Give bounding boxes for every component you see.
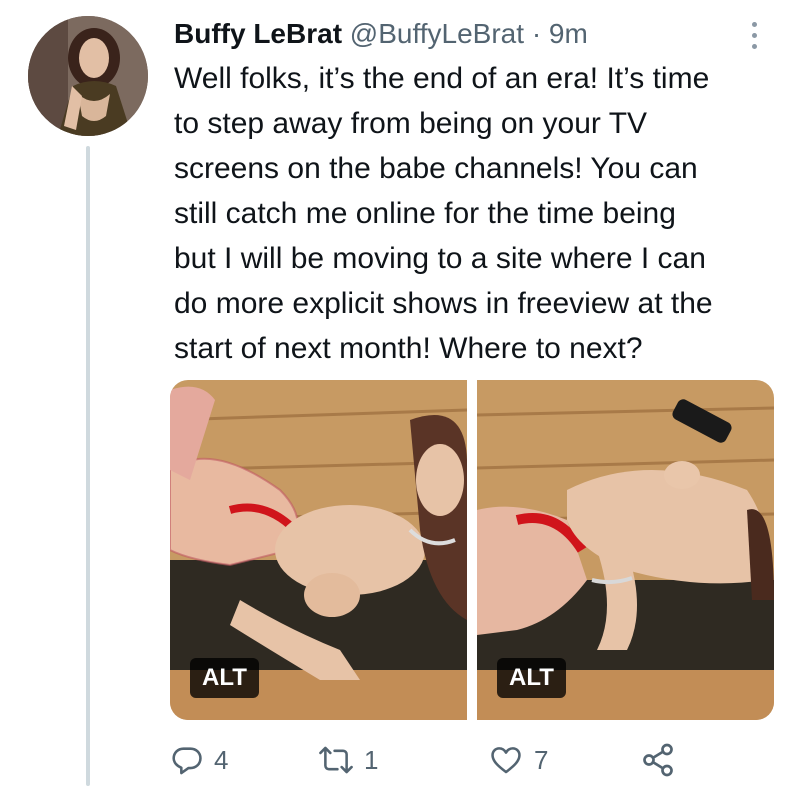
media-image-2[interactable]: ALT: [477, 380, 774, 720]
tweet-text: Well folks, it’s the end of an era! It’s…: [174, 62, 713, 365]
avatar-image: [28, 16, 148, 136]
like-count: 7: [534, 744, 549, 775]
thread-line: [86, 146, 90, 786]
share-icon: [643, 743, 673, 777]
share-button[interactable]: [640, 738, 676, 782]
media-image-1[interactable]: ALT: [170, 380, 467, 720]
like-button[interactable]: 7: [488, 738, 548, 782]
author-name[interactable]: Buffy LeBrat: [174, 18, 342, 49]
like-icon: [491, 747, 521, 774]
tweet-time[interactable]: 9m: [549, 18, 588, 49]
retweet-button[interactable]: 1: [318, 738, 378, 782]
more-options-icon[interactable]: [744, 18, 764, 58]
separator: ·: [531, 18, 542, 49]
tweet-actions: 4 1 7: [170, 738, 730, 782]
retweet-count: 1: [364, 744, 379, 775]
reply-button[interactable]: 4: [170, 738, 228, 782]
author-handle[interactable]: @BuffyLeBrat: [350, 18, 524, 49]
reply-icon: [172, 747, 202, 775]
retweet-icon: [319, 746, 353, 774]
alt-badge[interactable]: ALT: [497, 658, 566, 698]
avatar[interactable]: [28, 16, 148, 136]
tweet-header: Buffy LeBrat @BuffyLeBrat · 9m: [174, 14, 740, 54]
reply-count: 4: [214, 744, 229, 775]
media-grid: ALT ALT: [170, 380, 774, 720]
alt-badge[interactable]: ALT: [190, 658, 259, 698]
